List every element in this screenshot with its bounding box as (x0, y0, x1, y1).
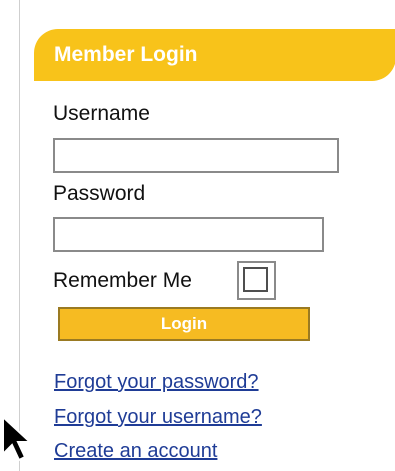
checkbox-box (243, 267, 268, 292)
member-login-panel: Member Login Username Password Remember … (19, 0, 395, 471)
login-button[interactable]: Login (58, 307, 310, 341)
remember-me-checkbox[interactable] (237, 261, 276, 300)
forgot-password-link[interactable]: Forgot your password? (54, 372, 259, 392)
create-account-link[interactable]: Create an account (54, 441, 217, 461)
password-label: Password (53, 182, 146, 205)
remember-me-label: Remember Me (53, 269, 192, 292)
mouse-pointer-icon (1, 414, 33, 462)
username-label: Username (53, 102, 150, 125)
panel-title: Member Login (34, 29, 395, 81)
username-field[interactable] (53, 138, 339, 173)
password-field[interactable] (53, 217, 324, 252)
forgot-username-link[interactable]: Forgot your username? (54, 407, 262, 427)
